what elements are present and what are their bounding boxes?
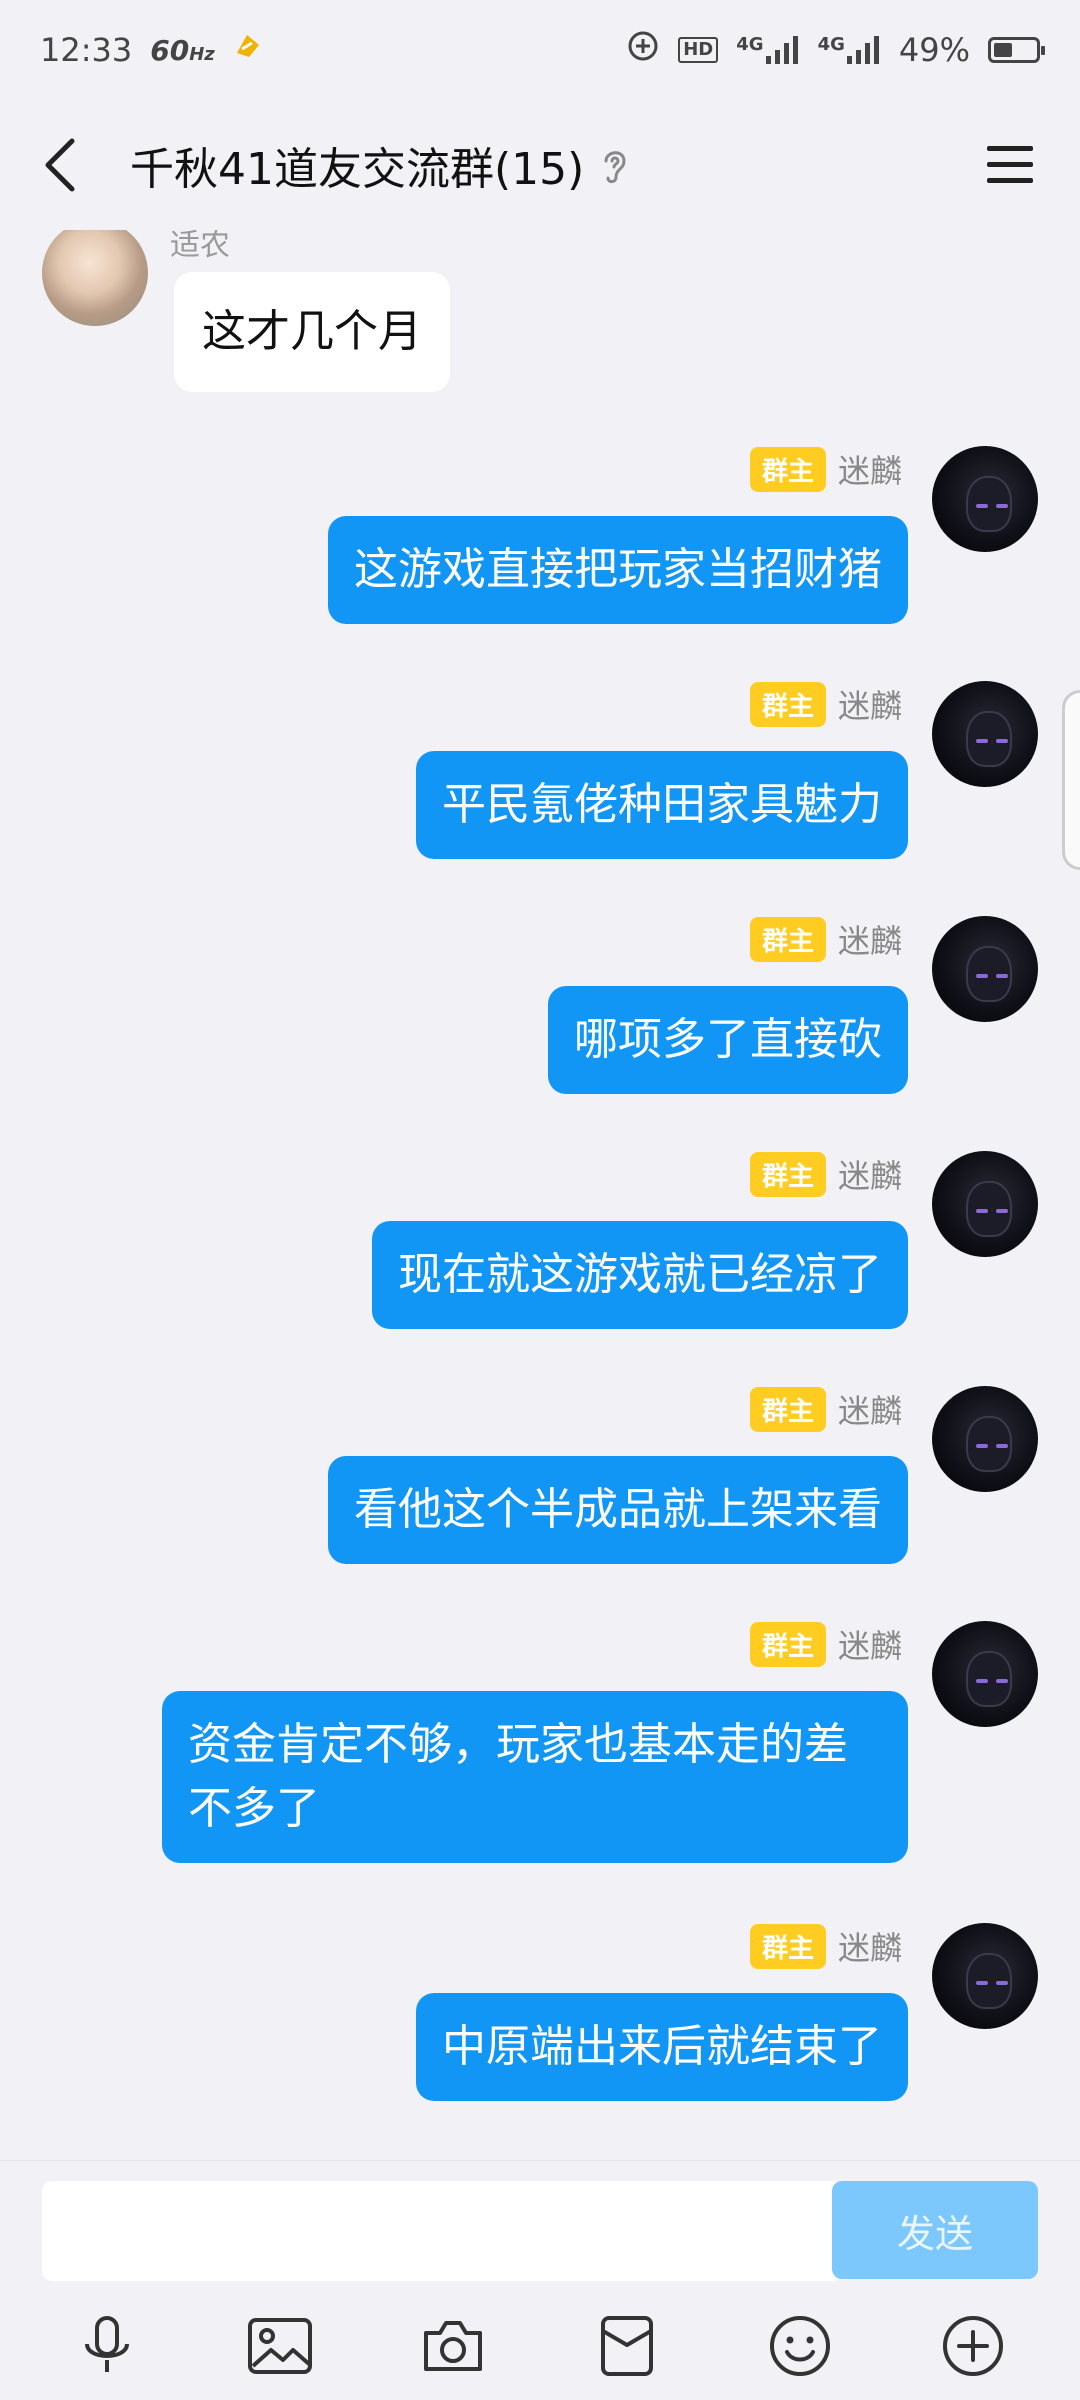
- owner-badge: 群主: [749, 681, 826, 727]
- message-input[interactable]: [42, 2181, 842, 2281]
- message-list[interactable]: 适农 这才几个月 群主 迷麟 这游戏直接把玩家当招财猪 群主 迷麟 平民氪佬种田家具…: [0, 230, 1080, 2160]
- page-title[interactable]: 千秋41道友交流群(15): [130, 133, 970, 197]
- message-bubble[interactable]: 这才几个月: [174, 272, 450, 392]
- battery-icon: [988, 37, 1045, 63]
- owner-badge: 群主: [749, 446, 826, 492]
- refresh-rate: 60Hz: [150, 33, 215, 67]
- input-bar: 发送: [0, 2160, 1080, 2400]
- message-item: 适农 这才几个月: [0, 230, 1080, 420]
- owner-badge: 群主: [749, 1386, 826, 1432]
- message-item: 群主 迷麟 中原端出来后就结束了: [42, 1923, 1038, 2123]
- send-button[interactable]: 发送: [832, 2181, 1038, 2279]
- status-time: 12:33: [40, 31, 133, 69]
- red-packet-icon: [600, 2316, 653, 2376]
- avatar[interactable]: [932, 1151, 1038, 1257]
- message-item: 群主 迷麟 看他这个半成品就上架来看: [42, 1386, 1038, 1586]
- chat-header: 千秋41道友交流群(15): [0, 100, 1080, 230]
- avatar[interactable]: [932, 1386, 1038, 1492]
- image-button[interactable]: [235, 2301, 325, 2391]
- message-item: 群主 迷麟 这游戏直接把玩家当招财猪: [42, 446, 1038, 646]
- owner-badge: 群主: [749, 1923, 826, 1969]
- voice-button[interactable]: [62, 2301, 152, 2391]
- avatar[interactable]: [932, 1621, 1038, 1727]
- signal-icon-1: 4G: [736, 36, 799, 64]
- message-item: 群主 迷麟 平民氪佬种田家具魅力: [42, 681, 1038, 881]
- avatar[interactable]: [932, 681, 1038, 787]
- message-item: 群主 迷麟 现在就这游戏就已经凉了: [42, 1151, 1038, 1351]
- image-icon: [247, 2318, 312, 2374]
- back-button[interactable]: [30, 125, 90, 205]
- plus-icon: [943, 2316, 1004, 2376]
- emoji-button[interactable]: [755, 2301, 845, 2391]
- message-bubble[interactable]: 平民氪佬种田家具魅力: [416, 751, 908, 859]
- microphone-icon: [84, 2316, 129, 2372]
- camera-button[interactable]: [408, 2301, 498, 2391]
- avatar[interactable]: [932, 446, 1038, 552]
- notification-icon: [233, 31, 263, 69]
- camera-icon: [424, 2321, 483, 2371]
- menu-button[interactable]: [970, 125, 1050, 205]
- message-item: 群主 迷麟 资金肯定不够，玩家也基本走的差不多了: [42, 1621, 1038, 1901]
- message-bubble[interactable]: 哪项多了直接砍: [548, 986, 908, 1094]
- sender-name: 迷麟: [837, 922, 902, 960]
- sync-icon: [626, 29, 660, 71]
- sender-name: 迷麟: [837, 687, 902, 725]
- message-bubble[interactable]: 中原端出来后就结束了: [416, 1993, 908, 2101]
- sender-name: 迷麟: [837, 1392, 902, 1430]
- hd-icon: HD: [678, 37, 719, 63]
- ear-icon: [604, 151, 626, 184]
- emoji-icon: [769, 2316, 830, 2376]
- status-bar: 12:33 60Hz HD 4G 4G 49%: [0, 0, 1080, 100]
- sender-name: 迷麟: [837, 452, 902, 490]
- menu-icon: [987, 146, 1033, 183]
- side-drawer-handle[interactable]: [1062, 690, 1080, 870]
- group-name: 千秋41道友交流群(15): [130, 144, 585, 195]
- avatar[interactable]: [42, 230, 148, 326]
- sender-name: 迷麟: [837, 1627, 902, 1665]
- sender-name: 迷麟: [837, 1929, 902, 1967]
- sender-name: 迷麟: [837, 1157, 902, 1195]
- message-bubble[interactable]: 看他这个半成品就上架来看: [328, 1456, 908, 1564]
- chevron-left-icon: [45, 138, 75, 192]
- owner-badge: 群主: [749, 1151, 826, 1197]
- toolbar: [0, 2296, 1080, 2396]
- avatar[interactable]: [932, 1923, 1038, 2029]
- red-packet-button[interactable]: [582, 2301, 672, 2391]
- message-item: 群主 迷麟 哪项多了直接砍: [42, 916, 1038, 1116]
- signal-icon-2: 4G: [818, 36, 881, 64]
- more-button[interactable]: [928, 2301, 1018, 2391]
- message-bubble[interactable]: 现在就这游戏就已经凉了: [372, 1221, 908, 1329]
- battery-percent: 49%: [898, 31, 970, 69]
- avatar[interactable]: [932, 916, 1038, 1022]
- message-bubble[interactable]: 这游戏直接把玩家当招财猪: [328, 516, 908, 624]
- chat-screen: 12:33 60Hz HD 4G 4G 49% 千秋41道友交流群(15) 适农…: [0, 0, 1080, 2400]
- owner-badge: 群主: [749, 916, 826, 962]
- owner-badge: 群主: [749, 1621, 826, 1667]
- message-bubble[interactable]: 资金肯定不够，玩家也基本走的差不多了: [162, 1691, 908, 1863]
